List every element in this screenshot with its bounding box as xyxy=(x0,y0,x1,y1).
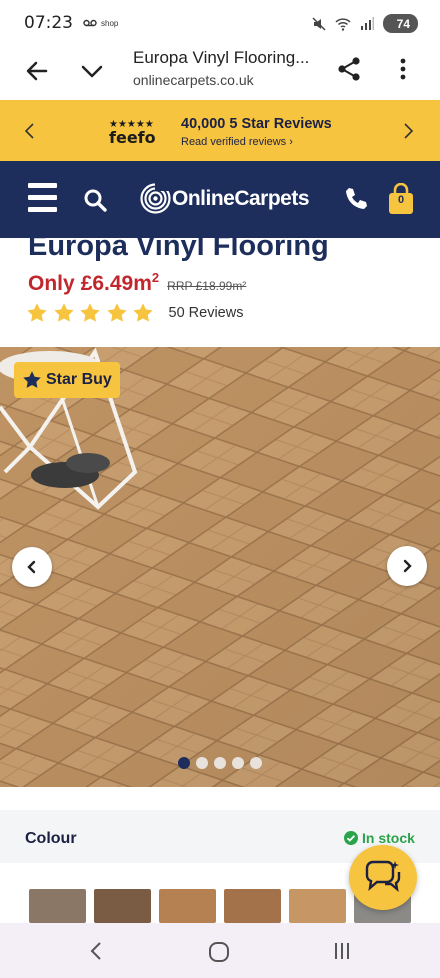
carousel-dot[interactable] xyxy=(232,757,244,769)
reviews-headline: 40,000 5 Star Reviews xyxy=(181,116,332,132)
share-icon[interactable] xyxy=(334,54,364,84)
section-divider xyxy=(0,787,440,810)
star-buy-label: Star Buy xyxy=(46,371,112,388)
more-options-icon[interactable] xyxy=(390,54,416,84)
carousel-dot[interactable] xyxy=(214,757,226,769)
star-icon xyxy=(23,371,41,388)
product-image-carousel[interactable] xyxy=(0,347,440,787)
price: £6.49m2 xyxy=(81,270,159,296)
chevron-right-icon[interactable] xyxy=(400,122,416,140)
colour-swatch[interactable] xyxy=(289,889,346,923)
read-reviews-link[interactable]: Read verified reviews › xyxy=(181,136,293,148)
chat-button[interactable] xyxy=(349,845,417,910)
back-arrow-icon[interactable] xyxy=(22,56,52,86)
browser-toolbar: Europa Vinyl Flooring... onlinecarpets.c… xyxy=(0,46,440,100)
nav-recents-icon[interactable] xyxy=(333,941,351,961)
browser-url[interactable]: onlinecarpets.co.uk xyxy=(133,72,254,88)
rating-row[interactable]: 50 Reviews xyxy=(26,302,243,324)
colour-swatch[interactable] xyxy=(94,889,151,923)
site-logo[interactable]: OnlineCarpets xyxy=(140,183,310,214)
phone-icon[interactable] xyxy=(343,186,369,212)
price-row: Only £6.49m2 RRP £18.99m² xyxy=(28,270,246,296)
star-icon xyxy=(133,303,153,322)
chevron-down-icon[interactable] xyxy=(77,56,107,86)
feefo-wordmark: feefo xyxy=(109,128,156,147)
voicemail-icon xyxy=(83,16,97,30)
star-icon xyxy=(106,303,127,322)
chevron-right-icon xyxy=(403,559,412,573)
feefo-logo: ★★★★★ feefo xyxy=(109,120,169,146)
rrp-price: RRP £18.99m² xyxy=(167,279,247,293)
battery-indicator: 74 xyxy=(382,14,418,33)
shop-notification-label: shop xyxy=(101,18,119,28)
logo-spiral-icon xyxy=(140,183,171,214)
star-icon xyxy=(53,303,74,322)
price-unit: 2 xyxy=(151,270,160,285)
status-indicators: 74 xyxy=(311,14,418,33)
nav-back-icon[interactable] xyxy=(86,941,106,961)
signal-icon xyxy=(360,16,374,30)
hamburger-menu-icon[interactable] xyxy=(28,183,57,215)
reviews-count-link[interactable]: 50 Reviews xyxy=(169,305,244,321)
colour-swatch[interactable] xyxy=(159,889,216,923)
carousel-prev-hitarea xyxy=(0,347,440,787)
chevron-left-icon[interactable] xyxy=(22,122,38,140)
chat-icon xyxy=(365,860,401,892)
carousel-dot[interactable] xyxy=(250,757,262,769)
site-header: OnlineCarpets 0 xyxy=(0,161,440,238)
browser-page-title[interactable]: Europa Vinyl Flooring... xyxy=(133,48,309,68)
basket-button[interactable]: 0 xyxy=(388,182,414,215)
nav-home-icon[interactable] xyxy=(208,941,230,963)
carousel-prev-button[interactable] xyxy=(12,547,52,587)
carousel-dot[interactable] xyxy=(196,757,208,769)
reviews-banner[interactable]: ★★★★★ feefo 40,000 5 Star Reviews Read v… xyxy=(0,100,440,161)
carousel-pagination xyxy=(178,757,262,769)
colour-label: Colour xyxy=(25,830,77,847)
status-time: 07:23 xyxy=(24,13,73,33)
system-nav-bar xyxy=(0,923,440,978)
carousel-dot[interactable] xyxy=(178,757,190,769)
carousel-next-button[interactable] xyxy=(387,546,427,586)
star-icon xyxy=(80,303,100,322)
logo-text: OnlineCarpets xyxy=(172,186,310,210)
search-icon[interactable] xyxy=(82,187,108,213)
page: 07:23 shop 74 Europa Vinyl Flooring... o… xyxy=(0,0,440,978)
colour-swatch[interactable] xyxy=(29,889,86,923)
check-circle-icon xyxy=(344,831,358,845)
basket-count: 0 xyxy=(397,194,405,206)
price-value: £6.49m xyxy=(80,272,152,295)
star-buy-badge: Star Buy xyxy=(14,362,120,398)
status-bar: 07:23 shop 74 xyxy=(0,0,440,46)
star-icon xyxy=(27,303,47,322)
stock-status: In stock xyxy=(344,830,415,846)
wifi-icon xyxy=(335,17,351,31)
chevron-left-icon xyxy=(27,560,36,574)
mute-icon xyxy=(312,16,326,31)
product-title: Europa Vinyl Flooring xyxy=(28,230,329,262)
price-prefix: Only xyxy=(28,272,75,295)
stock-label: In stock xyxy=(362,830,415,846)
colour-swatch[interactable] xyxy=(224,889,281,923)
